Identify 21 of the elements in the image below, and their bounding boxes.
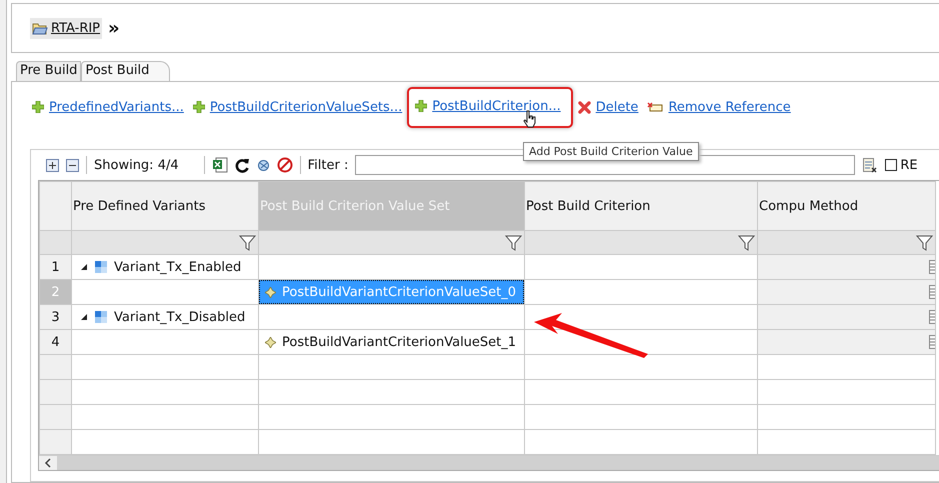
breadcrumb-separator[interactable]: » [108,18,120,38]
row-number[interactable]: 1 [40,254,72,280]
tab[interactable]: Pre Build [16,61,82,81]
row-number[interactable]: 4 [40,330,72,354]
filter-label: Filter : [308,158,348,172]
action-link[interactable]: PredefinedVariants... [32,96,184,118]
tab[interactable]: Post Build [81,61,170,81]
action-link[interactable]: Remove Reference [647,96,791,118]
breadcrumb-link[interactable]: RTA-RIP [30,18,102,38]
column-header[interactable]: Post Build Criterion [524,182,758,230]
regex-checkbox[interactable]: RE [885,158,918,172]
column-header[interactable]: Pre Defined Variants [72,182,258,230]
column-header[interactable]: Compu Method [758,182,936,230]
row-number[interactable]: 3 [40,304,72,330]
action-link[interactable]: Delete [578,96,638,118]
action-link[interactable]: PostBuildCriterionValueSets... [192,96,402,118]
showing-count: Showing: 4/4 [94,158,179,172]
value-set-item[interactable]: PostBuildVariantCriterionValueSet_1 [260,330,524,354]
variant-name: Variant_Tx_Enabled [114,260,242,274]
variant-name: Variant_Tx_Disabled [114,310,246,324]
action-link[interactable]: PostBuildCriterion... [407,86,573,128]
